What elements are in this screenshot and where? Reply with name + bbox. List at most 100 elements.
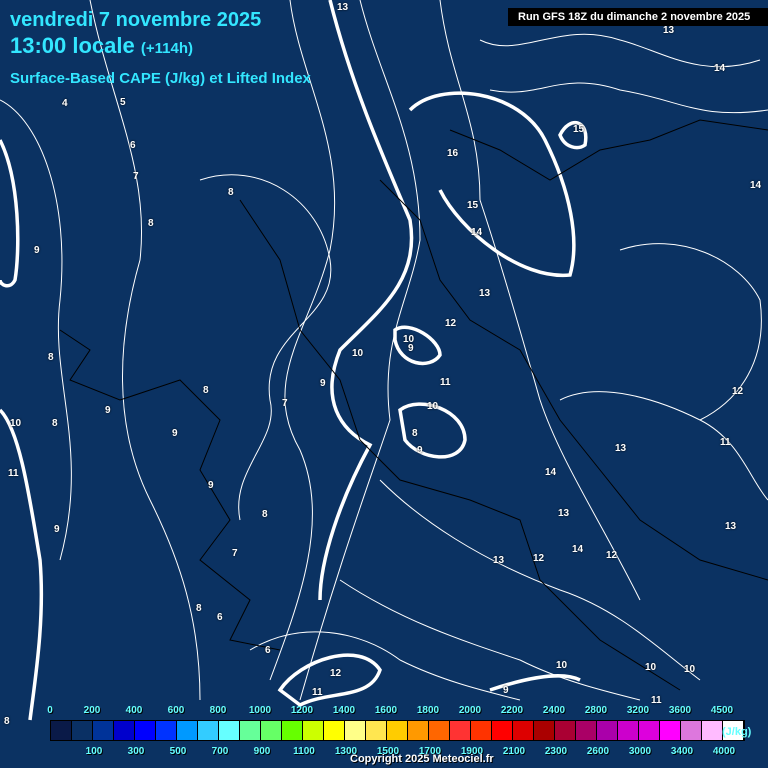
legend-tick-top: 400 <box>125 705 143 716</box>
contour-label: 12 <box>606 550 618 561</box>
contour-label: 8 <box>4 716 10 727</box>
contour-label: 7 <box>232 548 238 559</box>
legend-swatch <box>114 721 135 740</box>
local-time: 13:00 locale <box>10 33 135 58</box>
contour-label: 7 <box>282 398 288 409</box>
legend-tick-top: 800 <box>209 705 227 716</box>
legend-tick-top: 2400 <box>542 705 566 716</box>
contour-label: 8 <box>262 509 268 520</box>
contour-label: 10 <box>427 401 439 412</box>
contour-label: 8 <box>196 603 202 614</box>
contour-label: 10 <box>556 660 568 671</box>
contour-lines <box>0 0 768 721</box>
legend-tick-bottom: 4000 <box>712 746 736 757</box>
legend-swatch <box>492 721 513 740</box>
contour-label: 14 <box>714 63 726 74</box>
contour-label: 8 <box>203 385 209 396</box>
legend-swatch <box>450 721 471 740</box>
legend-swatch <box>681 721 702 740</box>
legend-tick-bottom: 500 <box>169 746 187 757</box>
contour-label: 8 <box>412 428 418 439</box>
legend-tick-top: 2200 <box>500 705 524 716</box>
contour-label: 6 <box>265 645 271 656</box>
contour-label: 8 <box>48 352 54 363</box>
contour-label: 9 <box>503 685 509 696</box>
contour-label: 5 <box>120 97 126 108</box>
contour-label: 11 <box>312 687 323 698</box>
forecast-time: 13:00 locale (+114h) <box>10 33 193 59</box>
legend-swatch <box>534 721 555 740</box>
legend-swatch <box>660 721 681 740</box>
legend-tick-top: 200 <box>83 705 101 716</box>
legend-tick-top: 2800 <box>584 705 608 716</box>
legend-tick-top: 1200 <box>290 705 314 716</box>
contour-label: 14 <box>545 467 557 478</box>
contour-label: 9 <box>408 343 414 354</box>
contour-label: 8 <box>148 218 154 229</box>
legend-tick-top: 0 <box>47 705 53 716</box>
contour-label: 10 <box>684 664 696 675</box>
legend-swatch <box>702 721 723 740</box>
contour-label: 11 <box>440 377 451 388</box>
lead-time: (+114h) <box>140 40 193 57</box>
contour-label: 12 <box>445 318 457 329</box>
contour-label: 7 <box>133 171 139 182</box>
legend-tick-top: 1000 <box>248 705 272 716</box>
contour-label: 10 <box>352 348 364 359</box>
cape-color-legend <box>50 720 745 741</box>
run-info: Run GFS 18Z du dimanche 2 novembre 2025 <box>508 8 768 26</box>
contour-label: 8 <box>228 187 234 198</box>
contour-label: 10 <box>10 418 22 429</box>
legend-tick-bottom: 700 <box>211 746 229 757</box>
contour-label: 11 <box>720 437 731 448</box>
copyright: Copyright 2025 Meteociel.fr <box>350 753 494 765</box>
contour-label: 12 <box>330 668 342 679</box>
contour-label: 14 <box>471 227 483 238</box>
weather-map: vendredi 7 novembre 2025 13:00 locale (+… <box>0 0 768 768</box>
contour-label: 9 <box>417 445 423 456</box>
legend-swatch <box>156 721 177 740</box>
legend-swatch <box>429 721 450 740</box>
legend-swatch <box>513 721 534 740</box>
legend-tick-top: 2000 <box>458 705 482 716</box>
contour-label: 9 <box>172 428 178 439</box>
legend-tick-top: 3200 <box>626 705 650 716</box>
contour-label: 9 <box>54 524 60 535</box>
contour-label: 10 <box>645 662 657 673</box>
contour-label: 13 <box>337 2 349 13</box>
contour-label: 12 <box>533 553 545 564</box>
legend-swatch <box>366 721 387 740</box>
legend-tick-bottom: 900 <box>253 746 271 757</box>
legend-swatch <box>324 721 345 740</box>
legend-tick-top: 1400 <box>332 705 356 716</box>
contour-label: 13 <box>663 25 675 36</box>
legend-swatch <box>576 721 597 740</box>
legend-swatch <box>387 721 408 740</box>
legend-swatch <box>345 721 366 740</box>
legend-tick-bottom: 3000 <box>628 746 652 757</box>
contour-label: 13 <box>725 521 737 532</box>
legend-tick-top: 600 <box>167 705 185 716</box>
legend-tick-bottom: 300 <box>127 746 145 757</box>
legend-swatch <box>51 721 72 740</box>
contour-label: 15 <box>573 124 585 135</box>
legend-tick-top: 3600 <box>668 705 692 716</box>
legend-tick-bottom: 100 <box>85 746 103 757</box>
contour-label: 13 <box>558 508 570 519</box>
legend-tick-top: 1800 <box>416 705 440 716</box>
legend-unit: (J/kg) <box>722 726 752 738</box>
legend-swatch <box>135 721 156 740</box>
contour-label: 16 <box>447 148 459 159</box>
contour-label: 13 <box>493 555 505 566</box>
contour-label: 9 <box>208 480 214 491</box>
legend-swatch <box>219 721 240 740</box>
legend-swatch <box>471 721 492 740</box>
contour-label: 6 <box>130 140 136 151</box>
contour-label: 8 <box>52 418 58 429</box>
legend-swatch <box>198 721 219 740</box>
contour-label: 15 <box>467 200 479 211</box>
legend-tick-bottom: 2300 <box>544 746 568 757</box>
contour-label: 6 <box>217 612 223 623</box>
legend-tick-bottom: 2600 <box>586 746 610 757</box>
contour-label: 14 <box>750 180 762 191</box>
